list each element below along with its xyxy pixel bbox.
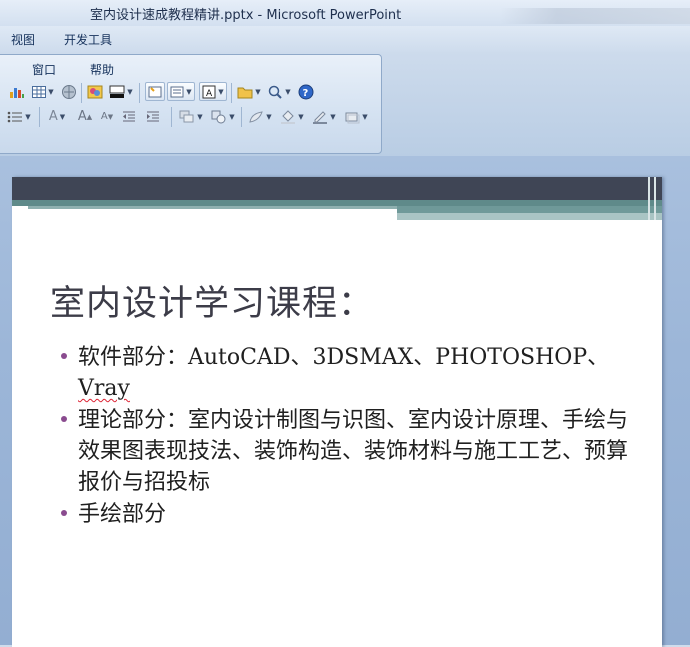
menu-window[interactable]: 窗口 <box>32 61 56 78</box>
svg-text:A: A <box>206 89 213 99</box>
list-item[interactable]: 手绘部分 <box>56 499 646 530</box>
bullet-text-main: 软件部分：AutoCAD、3DSMAX、PHOTOSHOP、 <box>78 345 610 370</box>
ribbon: 窗口 帮助 ▼ ▼ ▼ A ▼ ▼ ▼ ? ▼ A ▼ A ▲ A ▼ ▼ ▼ … <box>0 52 690 156</box>
header-band-accent <box>397 206 662 213</box>
globe-icon[interactable] <box>59 82 79 101</box>
bullet-text: 理论部分：室内设计制图与识图、室内设计原理、手绘与效果图表现技法、装饰构造、装饰… <box>78 408 629 495</box>
header-band-light <box>397 213 662 220</box>
table-icon[interactable]: ▼ <box>29 82 57 101</box>
header-band-stripe <box>654 177 656 220</box>
shape-effects-icon[interactable]: ▼ <box>341 107 371 126</box>
font-color-icon[interactable]: A ▼ <box>43 107 71 126</box>
open-folder-icon[interactable]: ▼ <box>235 82 263 101</box>
separator <box>241 107 242 127</box>
shapes-icon[interactable]: ▼ <box>208 107 238 126</box>
new-slide-icon[interactable] <box>145 82 165 101</box>
help-icon[interactable]: ? <box>296 82 316 101</box>
textbox-icon[interactable]: A ▼ <box>199 82 227 101</box>
separator <box>231 83 232 103</box>
bullets-icon[interactable]: ▼ <box>3 107 35 126</box>
bullet-dot <box>61 510 67 516</box>
bullet-dot <box>61 416 67 422</box>
classic-toolbar-group: 窗口 帮助 ▼ ▼ ▼ A ▼ ▼ ▼ ? ▼ A ▼ A ▲ A ▼ ▼ ▼ … <box>0 54 382 154</box>
title-bar: 室内设计速成教程精讲.pptx - Microsoft PowerPoint <box>0 0 690 26</box>
ribbon-tab-bar: 视图 开发工具 <box>0 26 690 52</box>
shrink-font-icon[interactable]: A ▼ <box>97 107 117 126</box>
theme-colors-icon[interactable] <box>85 82 105 101</box>
decrease-indent-icon[interactable] <box>119 107 139 126</box>
increase-indent-icon[interactable] <box>143 107 163 126</box>
slide-title[interactable]: 室内设计学习课程： <box>50 275 374 326</box>
separator <box>139 83 140 103</box>
window-title: 室内设计速成教程精讲.pptx - Microsoft PowerPoint <box>90 8 402 23</box>
arrange-icon[interactable]: ▼ <box>177 107 205 126</box>
shape-outline-icon[interactable]: ▼ <box>309 107 339 126</box>
chart-icon[interactable] <box>7 82 27 101</box>
bullet-dot <box>61 353 67 359</box>
layout-icon[interactable]: ▼ <box>167 82 195 101</box>
shape-fill-icon[interactable]: ▼ <box>277 107 307 126</box>
list-item[interactable]: 软件部分：AutoCAD、3DSMAX、PHOTOSHOP、 Vray <box>56 342 646 404</box>
tab-view[interactable]: 视图 <box>11 31 35 48</box>
menu-help[interactable]: 帮助 <box>90 61 114 78</box>
bullet-text: 软件部分：AutoCAD、3DSMAX、PHOTOSHOP、 Vray <box>78 345 609 401</box>
slide[interactable]: 室内设计学习课程： 软件部分：AutoCAD、3DSMAX、PHOTOSHOP、… <box>12 177 662 647</box>
svg-text:?: ? <box>303 88 309 99</box>
quick-styles-icon[interactable]: ▼ <box>245 107 275 126</box>
window-controls[interactable] <box>500 8 690 24</box>
separator <box>171 107 172 127</box>
separator <box>39 107 40 127</box>
separator <box>81 83 82 103</box>
header-band-dark <box>12 177 662 200</box>
zoom-icon[interactable]: ▼ <box>265 82 293 101</box>
bullet-list[interactable]: 软件部分：AutoCAD、3DSMAX、PHOTOSHOP、 Vray 理论部分：… <box>56 342 646 531</box>
grow-font-icon[interactable]: A ▲ <box>75 107 95 126</box>
header-band-stripe <box>648 177 650 220</box>
spellcheck-flagged-word: Vray <box>78 376 130 401</box>
tab-developer[interactable]: 开发工具 <box>64 31 112 48</box>
list-item[interactable]: 理论部分：室内设计制图与识图、室内设计原理、手绘与效果图表现技法、装饰构造、装饰… <box>56 405 646 498</box>
bullet-text: 手绘部分 <box>78 502 167 527</box>
fill-color-icon[interactable]: ▼ <box>107 82 135 101</box>
